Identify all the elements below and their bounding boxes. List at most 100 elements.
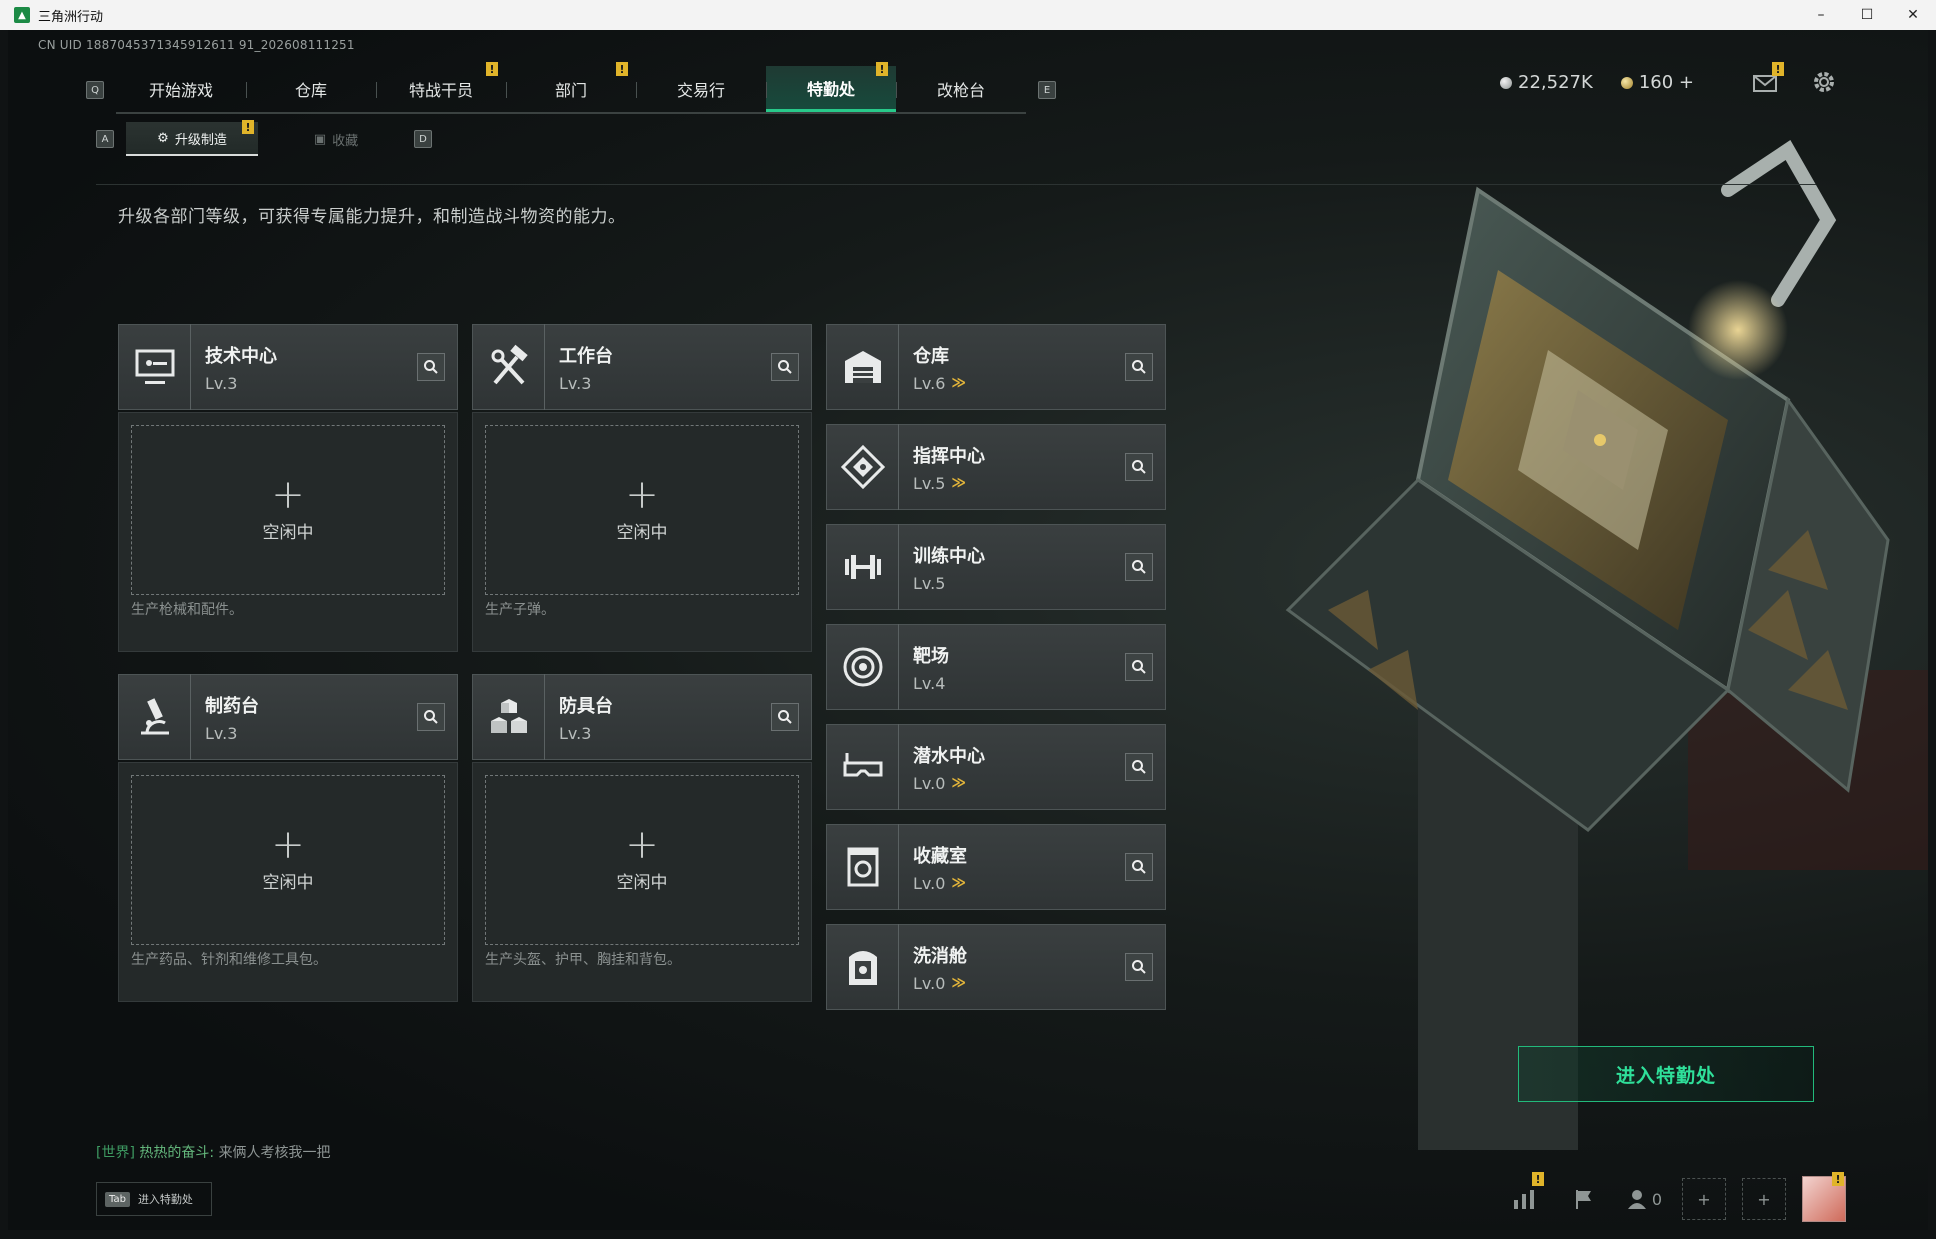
add-currency-button[interactable]: +	[1679, 72, 1694, 93]
facility-card-armor-bench[interactable]: 防具台 Lv.3	[472, 674, 812, 760]
flag-button[interactable]	[1562, 1178, 1606, 1220]
facility-card-pharmacy[interactable]: 制药台 Lv.3	[118, 674, 458, 760]
facility-name: 洗消舱	[913, 945, 967, 967]
facility-details-button[interactable]	[1125, 753, 1153, 781]
tab-key-hint[interactable]: Tab 进入特勤处	[96, 1182, 212, 1216]
facility-details-button[interactable]	[417, 703, 445, 731]
facility-details-button[interactable]	[771, 703, 799, 731]
nav-prev-key[interactable]: Q	[86, 81, 104, 99]
add-squad-slot-1[interactable]: +	[1682, 1178, 1726, 1220]
subtab-upgrade-craft[interactable]: ⚙ 升级制造!	[126, 120, 258, 156]
notification-badge: !	[242, 120, 254, 134]
enter-special-ops-button[interactable]: 进入特勤处	[1518, 1046, 1814, 1102]
search-icon	[1132, 560, 1146, 574]
game-window: ▲ 三角洲行动 – ☐ ✕ CN UID 1887045371345912611…	[0, 0, 1936, 1239]
settings-button[interactable]	[1810, 68, 1838, 96]
facility-card-warehouse[interactable]: 仓库 Lv.6 ≫	[826, 324, 1166, 410]
currency-bar: 22,527K 160 +	[1500, 72, 1694, 93]
production-slot[interactable]: + 空闲中	[485, 775, 799, 945]
production-description: 生产药品、针剂和维修工具包。	[131, 952, 327, 968]
silver-coin-icon	[1500, 77, 1513, 89]
page-description: 升级各部门等级，可获得专属能力提升，和制造战斗物资的能力。	[118, 207, 626, 227]
facility-card-shooting-range[interactable]: 靶场 Lv.4	[826, 624, 1166, 710]
notification-badge: !	[486, 62, 498, 76]
search-icon	[1132, 660, 1146, 674]
search-icon	[424, 360, 438, 374]
facility-details-button[interactable]	[1125, 453, 1153, 481]
facility-level: Lv.5	[913, 573, 946, 593]
slot-status: 空闲中	[262, 872, 314, 893]
tab-gunsmith[interactable]: 改枪台	[896, 66, 1026, 112]
add-squad-slot-2[interactable]: +	[1742, 1178, 1786, 1220]
subtab-collection[interactable]: ▣ 收藏	[270, 122, 402, 156]
facility-card-diving-center[interactable]: 潜水中心 Lv.0 ≫	[826, 724, 1166, 810]
cubes-icon	[473, 674, 545, 760]
friends-button[interactable]: 0	[1622, 1178, 1666, 1220]
facility-name: 防具台	[559, 695, 613, 717]
facility-details-button[interactable]	[1125, 653, 1153, 681]
upgrade-available-icon: ≫	[951, 375, 967, 391]
search-icon	[1132, 860, 1146, 874]
chat-user: 热热的奋斗:	[139, 1145, 215, 1161]
facility-card-command-center[interactable]: 指挥中心 Lv.5 ≫	[826, 424, 1166, 510]
flag-icon	[1576, 1190, 1591, 1209]
sub-tabs: A ⚙ 升级制造! ▣ 收藏 D	[96, 120, 432, 156]
warehouse-icon	[827, 324, 899, 410]
facility-details-button[interactable]	[1125, 953, 1153, 981]
facility-details-button[interactable]	[417, 353, 445, 381]
mail-button[interactable]: !	[1752, 62, 1784, 96]
tab-start-game[interactable]: 开始游戏	[116, 66, 246, 112]
maximize-button[interactable]: ☐	[1844, 0, 1890, 30]
notification-badge: !	[876, 62, 888, 76]
tab-warehouse[interactable]: 仓库	[246, 66, 376, 112]
tab-trading[interactable]: 交易行	[636, 66, 766, 112]
search-icon	[1132, 460, 1146, 474]
subtab-next-key[interactable]: D	[414, 130, 432, 148]
subtab-prev-key[interactable]: A	[96, 130, 114, 148]
production-slot[interactable]: + 空闲中	[485, 425, 799, 595]
main-nav: Q 开始游戏 仓库 特战干员! 部门! 交易行 特勤处! 改枪台 E	[86, 62, 1056, 118]
decon-pod-icon	[827, 924, 899, 1010]
facility-details-button[interactable]	[1125, 853, 1153, 881]
facility-name: 制药台	[205, 695, 259, 717]
world-chat[interactable]: [世界] 热热的奋斗: 来俩人考核我一把	[96, 1142, 331, 1162]
window-title: 三角洲行动	[38, 9, 104, 25]
plus-icon: +	[271, 471, 305, 518]
craft-icon: ⚙	[157, 130, 169, 146]
production-slot[interactable]: + 空闲中	[131, 425, 445, 595]
facility-card-workbench[interactable]: 工作台 Lv.3	[472, 324, 812, 410]
facility-name: 收藏室	[913, 845, 967, 867]
facility-card-decon-pod[interactable]: 洗消舱 Lv.0 ≫	[826, 924, 1166, 1010]
production-slot-panel: + 空闲中 生产子弹。	[472, 412, 812, 652]
facility-level: Lv.0	[913, 873, 946, 893]
target-icon	[827, 624, 899, 710]
app-icon: ▲	[14, 7, 30, 23]
search-icon	[778, 360, 792, 374]
tab-special-ops[interactable]: 特勤处!	[766, 62, 896, 112]
gold-currency: 160 +	[1620, 72, 1694, 93]
facility-details-button[interactable]	[771, 353, 799, 381]
notification-badge: !	[1772, 62, 1784, 76]
hammer-wrench-icon	[473, 324, 545, 410]
close-button[interactable]: ✕	[1890, 0, 1936, 30]
facility-details-button[interactable]	[1125, 353, 1153, 381]
bottom-toolbar: ! 0 + + !	[1502, 1172, 1846, 1222]
tab-departments[interactable]: 部门!	[506, 62, 636, 112]
chat-channel: [世界]	[96, 1145, 135, 1161]
facility-details-button[interactable]	[1125, 553, 1153, 581]
production-slot-panel: + 空闲中 生产药品、针剂和维修工具包。	[118, 762, 458, 1002]
nav-next-key[interactable]: E	[1038, 81, 1056, 99]
stats-button[interactable]: !	[1502, 1172, 1546, 1220]
monitor-icon	[119, 324, 191, 410]
production-slot[interactable]: + 空闲中	[131, 775, 445, 945]
facility-card-collection-room[interactable]: 收藏室 Lv.0 ≫	[826, 824, 1166, 910]
facility-name: 指挥中心	[913, 445, 985, 467]
tab-operators[interactable]: 特战干员!	[376, 62, 506, 112]
facility-name: 靶场	[913, 645, 949, 667]
minimize-button[interactable]: –	[1798, 0, 1844, 30]
player-avatar-button[interactable]: !	[1802, 1172, 1846, 1222]
facility-level: Lv.3	[559, 373, 592, 393]
facility-card-tech-center[interactable]: 技术中心 Lv.3	[118, 324, 458, 410]
facility-card-training-center[interactable]: 训练中心 Lv.5	[826, 524, 1166, 610]
production-slot-panel: + 空闲中 生产枪械和配件。	[118, 412, 458, 652]
